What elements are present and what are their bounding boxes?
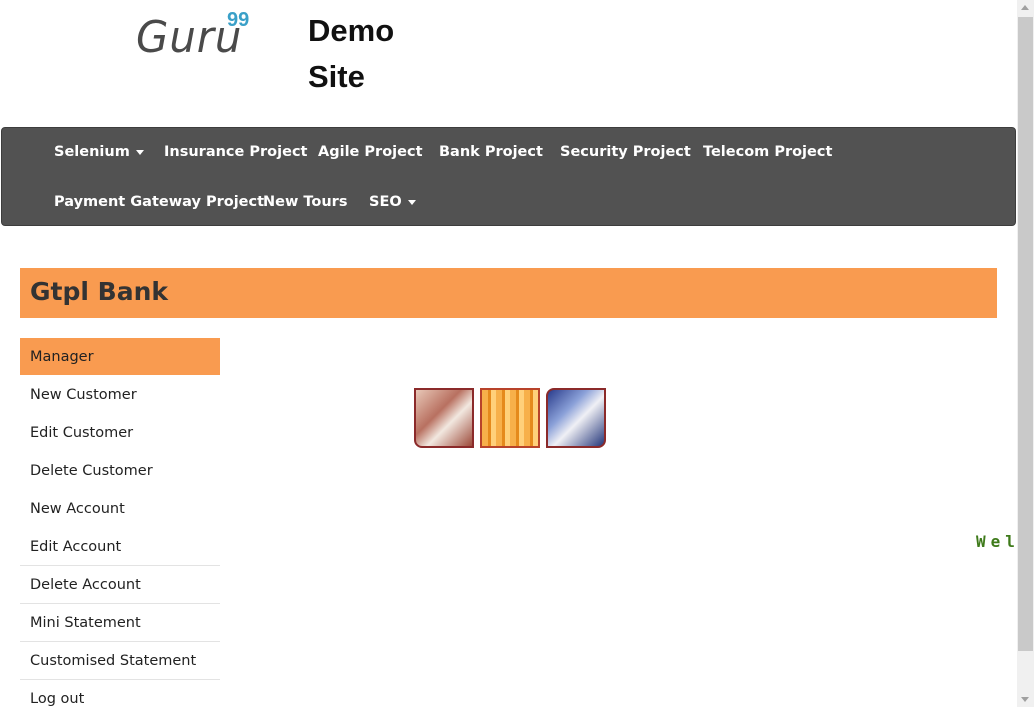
menu-item-mini-statement[interactable]: Mini Statement <box>20 604 220 642</box>
nav-new-tours[interactable]: New Tours <box>263 194 347 210</box>
logo-superscript: 99 <box>227 9 250 31</box>
menu-item-edit-customer[interactable]: Edit Customer <box>20 414 220 452</box>
nav-security-project[interactable]: Security Project <box>560 144 691 160</box>
nav-label: Selenium <box>54 144 130 160</box>
top-navbar: Selenium Insurance Project Agile Project… <box>1 127 1016 226</box>
nav-seo-dropdown[interactable]: SEO <box>369 194 416 210</box>
menu-item-delete-account[interactable]: Delete Account <box>20 566 220 604</box>
menu-item-new-customer[interactable]: New Customer <box>20 376 220 414</box>
nav-agile-project[interactable]: Agile Project <box>318 144 423 160</box>
nav-bank-project[interactable]: Bank Project <box>439 144 543 160</box>
welcome-marquee: Wel <box>976 532 1016 551</box>
scroll-thumb[interactable] <box>1018 17 1033 651</box>
nav-payment-gateway-project[interactable]: Payment Gateway Project <box>54 194 264 210</box>
bank-title: Gtpl Bank <box>30 277 168 306</box>
menu-item-manager[interactable]: Manager <box>20 338 220 376</box>
menu-item-delete-customer[interactable]: Delete Customer <box>20 452 220 490</box>
nav-insurance-project[interactable]: Insurance Project <box>164 144 307 160</box>
nav-label: SEO <box>369 194 402 210</box>
banker-phone-image <box>414 388 474 448</box>
menu-item-log-out[interactable]: Log out <box>20 680 220 718</box>
scroll-down-icon[interactable] <box>1021 697 1029 702</box>
sidebar-menu: Manager New Customer Edit Customer Delet… <box>20 338 220 718</box>
menu-item-new-account[interactable]: New Account <box>20 490 220 528</box>
nav-selenium-dropdown[interactable]: Selenium <box>54 144 144 160</box>
bank-photo-strip <box>414 388 608 450</box>
scroll-up-icon[interactable] <box>1021 5 1029 10</box>
site-title: Demo Site <box>308 13 395 94</box>
customer-service-image <box>546 388 606 448</box>
caret-down-icon <box>407 199 416 205</box>
caret-down-icon <box>135 149 144 155</box>
menu-item-customised-statement[interactable]: Customised Statement <box>20 642 220 680</box>
page-scrollbar[interactable] <box>1017 0 1034 707</box>
bank-banner: Gtpl Bank <box>20 268 997 318</box>
nav-telecom-project[interactable]: Telecom Project <box>703 144 832 160</box>
menu-item-edit-account[interactable]: Edit Account <box>20 528 220 566</box>
coin-stacks-image <box>480 388 540 448</box>
